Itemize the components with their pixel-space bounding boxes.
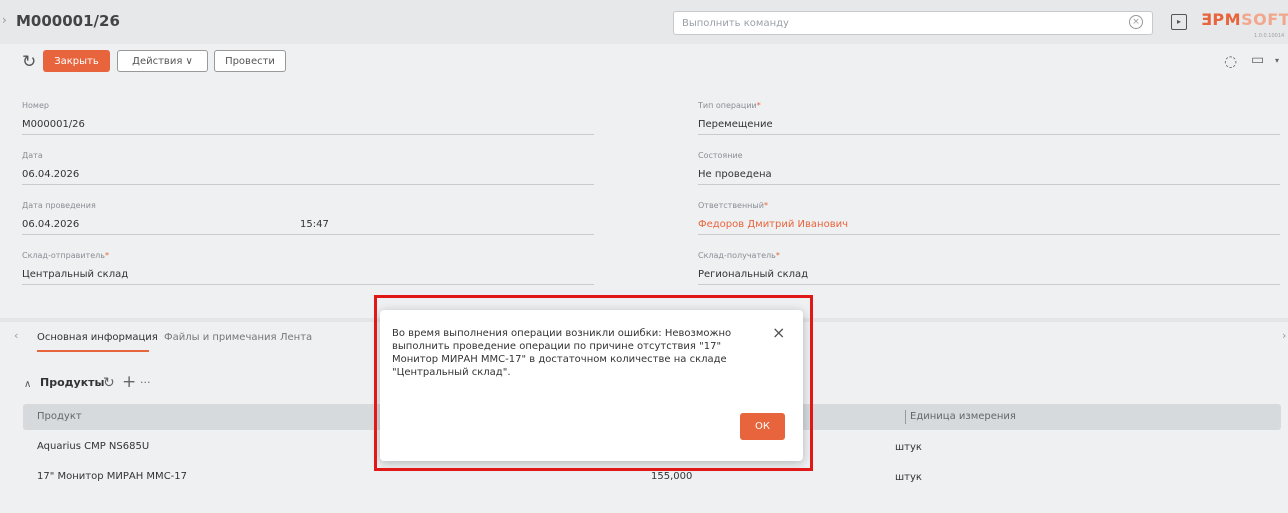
plus-icon[interactable]: + (122, 372, 136, 392)
detail-title: Продукты (40, 376, 105, 389)
field-value[interactable]: Региональный склад (698, 265, 1280, 285)
refresh-icon[interactable]: ↻ (103, 375, 115, 391)
cell-unit[interactable]: штук (895, 472, 922, 483)
refresh-icon[interactable]: ↻ (22, 53, 36, 71)
field-value[interactable]: M000001/26 (22, 115, 594, 135)
field-label: Дата (22, 151, 43, 160)
field-sender-warehouse[interactable]: Склад-отправитель* Центральный склад (22, 251, 594, 285)
chevron-right-icon[interactable]: › (1282, 329, 1286, 342)
field-value[interactable]: 06.04.2026 (22, 165, 594, 185)
field-value[interactable]: 06.04.2026 15:47 (22, 215, 594, 235)
page-title: M000001/26 (16, 12, 120, 30)
column-divider (905, 410, 906, 424)
clear-icon[interactable]: × (1129, 15, 1143, 29)
field-label: Тип операции* (698, 101, 761, 110)
posting-date-value[interactable]: 06.04.2026 (22, 219, 79, 230)
chevron-right-icon[interactable]: › (2, 13, 7, 27)
post-button[interactable]: Провести (214, 50, 286, 72)
tag-icon[interactable]: ◌ (1224, 52, 1237, 70)
field-number[interactable]: Номер M000001/26 (22, 101, 594, 135)
field-responsible[interactable]: Ответственный* Федоров Дмитрий Иванович (698, 201, 1280, 235)
tab-main-info[interactable]: Основная информация (37, 332, 158, 343)
active-tab-indicator (37, 350, 149, 352)
field-posting-date[interactable]: Дата проведения 06.04.2026 15:47 (22, 201, 594, 235)
field-label: Склад-отправитель* (22, 251, 109, 260)
field-value[interactable]: Центральный склад (22, 265, 594, 285)
tab-files-notes[interactable]: Файлы и примечания (164, 332, 277, 343)
cell-product[interactable]: 17" Монитор МИРАН ММС-17 (37, 471, 187, 482)
field-value[interactable]: Не проведена (698, 165, 1280, 185)
logo: ƎPMSOFT (1201, 10, 1288, 29)
field-label: Ответственный* (698, 201, 768, 210)
field-receiver-warehouse[interactable]: Склад-получатель* Региональный склад (698, 251, 1280, 285)
responsible-link[interactable]: Федоров Дмитрий Иванович (698, 215, 1280, 235)
chevron-down-icon[interactable]: ▾ (1275, 56, 1279, 65)
version-text: 1.0.0.10014 (1254, 33, 1285, 39)
field-operation-type[interactable]: Тип операции* Перемещение (698, 101, 1280, 135)
highlight-box (374, 295, 813, 471)
column-header-unit[interactable]: Единица измерения (910, 411, 1016, 422)
field-label: Состояние (698, 151, 743, 160)
tab-feed[interactable]: Лента (280, 332, 312, 343)
chevron-left-icon[interactable]: ‹ (14, 329, 18, 342)
chevron-up-icon[interactable]: ∧ (24, 379, 31, 390)
cell-product[interactable]: Aquarius CMP NS685U (37, 441, 149, 452)
view-settings-icon[interactable]: ▭ (1251, 52, 1264, 68)
posting-time-value[interactable]: 15:47 (300, 215, 329, 235)
field-label: Дата проведения (22, 201, 96, 210)
field-state[interactable]: Состояние Не проведена (698, 151, 1280, 185)
command-input[interactable] (673, 11, 1153, 35)
cell-quantity[interactable]: 155,000 (651, 471, 692, 482)
column-header-product[interactable]: Продукт (37, 411, 82, 422)
more-icon[interactable]: ··· (140, 376, 151, 389)
field-label: Склад-получатель* (698, 251, 780, 260)
actions-button[interactable]: Действия ∨ (117, 50, 208, 72)
field-label: Номер (22, 101, 49, 110)
run-command-icon[interactable]: ▸ (1171, 14, 1187, 30)
close-button[interactable]: Закрыть (43, 50, 110, 72)
field-date[interactable]: Дата 06.04.2026 (22, 151, 594, 185)
cell-unit[interactable]: штук (895, 442, 922, 453)
field-value[interactable]: Перемещение (698, 115, 1280, 135)
